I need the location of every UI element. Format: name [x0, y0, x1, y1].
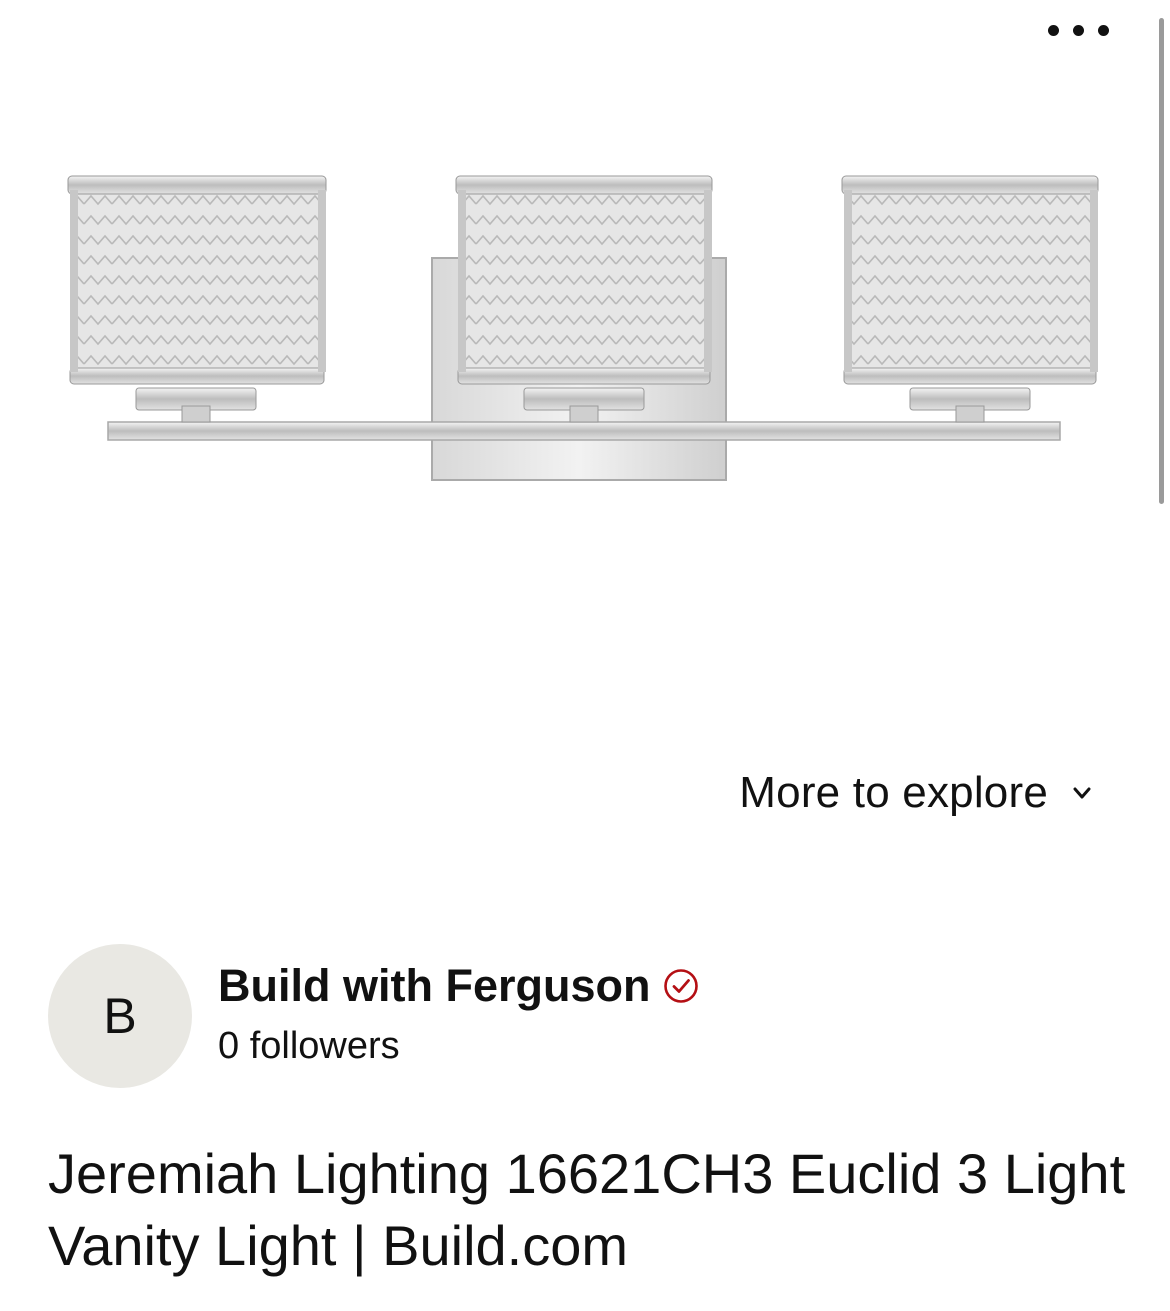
shade-left	[67, 175, 327, 423]
more-to-explore-button[interactable]: More to explore	[739, 768, 1094, 818]
more-options-button[interactable]	[1038, 14, 1118, 46]
product-image[interactable]	[0, 70, 1160, 670]
pin-title: Jeremiah Lighting 16621CH3 Euclid 3 Ligh…	[48, 1142, 1126, 1277]
creator-header: Build with Ferguson	[218, 960, 700, 1012]
creator-name[interactable]: Build with Ferguson	[218, 960, 650, 1012]
avatar-letter: B	[103, 988, 137, 1044]
shade-right	[841, 175, 1099, 423]
verified-check-icon	[664, 969, 699, 1003]
more-dot	[1072, 24, 1084, 36]
chevron-down-icon	[1073, 787, 1091, 799]
avatar[interactable]: B	[48, 944, 192, 1088]
followers-count: 0 followers	[218, 1025, 400, 1067]
crossbar	[107, 421, 1061, 441]
more-dot	[1047, 24, 1059, 36]
more-dot	[1097, 24, 1109, 36]
more-to-explore-label: More to explore	[739, 768, 1048, 817]
